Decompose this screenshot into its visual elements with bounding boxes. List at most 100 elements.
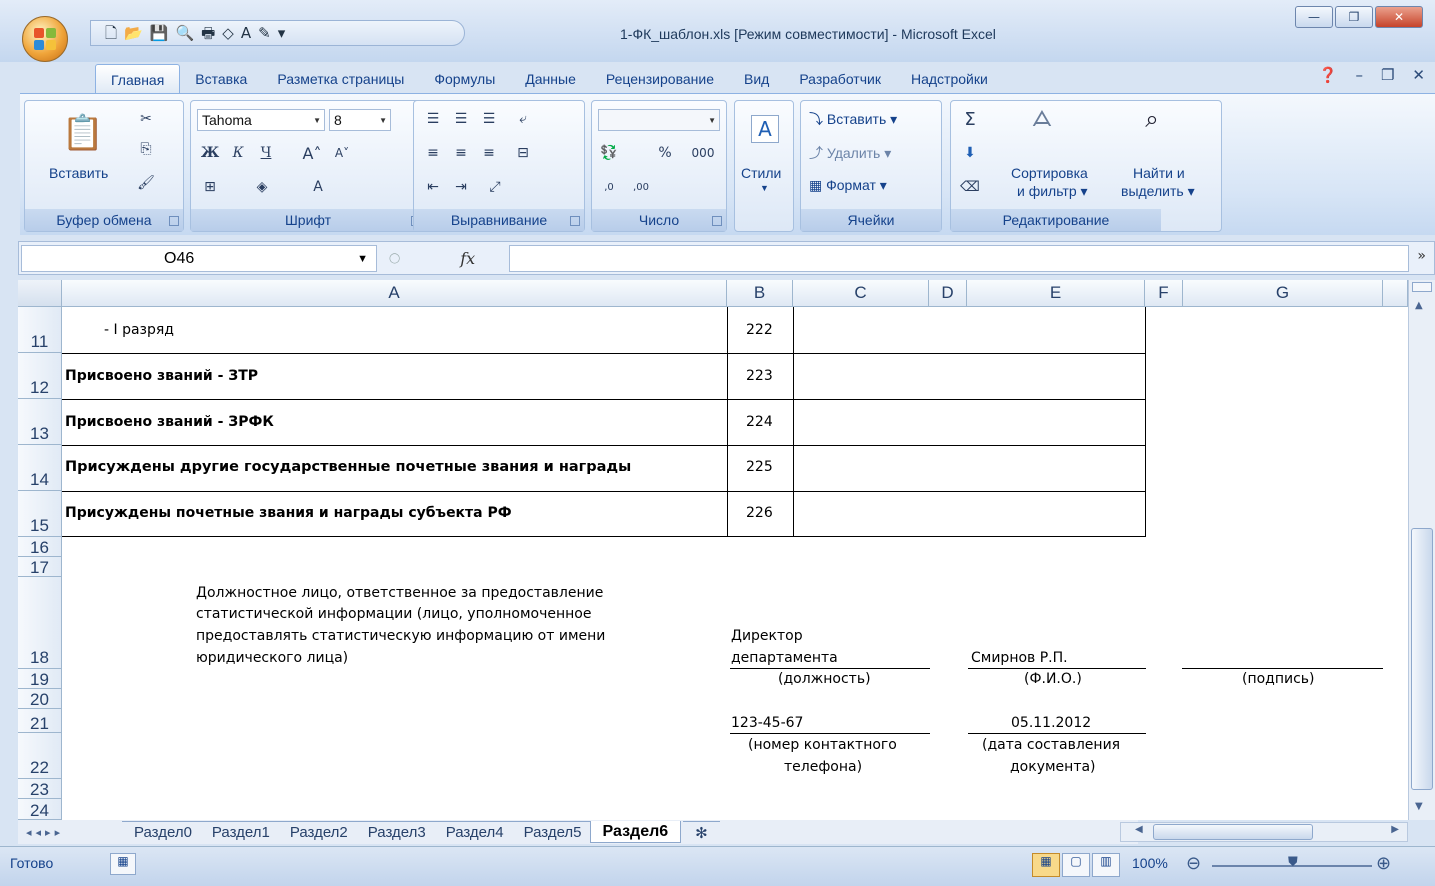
record-macro-icon[interactable]: ▦ <box>110 853 136 875</box>
tab-developer[interactable]: Разработчик <box>784 64 896 94</box>
print-icon[interactable]: 🖶 <box>201 25 215 41</box>
workbook-restore-icon[interactable]: ❐ <box>1381 66 1394 84</box>
row-header-15[interactable]: 15 <box>18 491 62 537</box>
vertical-scroll-thumb[interactable] <box>1411 528 1433 790</box>
customize-qat-icon[interactable]: ▾ <box>278 25 286 41</box>
scroll-right-icon[interactable]: ▶ <box>1391 824 1399 835</box>
row-header-13[interactable]: 13 <box>18 399 62 445</box>
tab-home[interactable]: Главная <box>95 64 181 94</box>
decrease-indent-icon[interactable]: ⇤ <box>422 177 444 197</box>
column-header-b[interactable]: B <box>727 280 793 307</box>
alignment-dialog-launcher-icon[interactable] <box>570 216 580 226</box>
column-header-e[interactable]: E <box>967 280 1145 307</box>
row-header-24[interactable]: 24 <box>18 799 62 820</box>
sort-filter-button-line2[interactable]: и фильтр ▾ <box>1017 183 1088 200</box>
help-icon[interactable]: ❓ <box>1319 66 1338 84</box>
borders-icon[interactable]: ⊞ <box>199 177 221 197</box>
sheet-nav-arrows-icon[interactable]: ◂◂▸▸ <box>18 826 122 839</box>
normal-view-icon[interactable]: ▦ <box>1032 853 1060 877</box>
formula-input[interactable] <box>509 245 1409 272</box>
binoculars-icon[interactable]: ⌕ <box>1141 105 1163 133</box>
align-middle-icon[interactable]: ☰ <box>450 109 472 129</box>
horizontal-scroll-thumb[interactable] <box>1153 824 1313 840</box>
align-top-icon[interactable]: ☰ <box>422 109 444 129</box>
print-preview-icon[interactable]: 🔍 <box>175 25 194 41</box>
row-header-14[interactable]: 14 <box>18 445 62 491</box>
styles-dropdown-icon[interactable]: ▼ <box>760 183 769 193</box>
official-text-line4[interactable]: юридического лица) <box>196 650 348 666</box>
format-cells-button[interactable]: ▦ Формат ▾ <box>809 177 887 194</box>
delete-cells-button[interactable]: ⤴ Удалить ▾ <box>809 143 891 163</box>
font-name-combo[interactable]: Tahoma ▼ <box>197 109 325 131</box>
sheet-tab-razdel1[interactable]: Раздел1 <box>199 821 282 843</box>
align-right-icon[interactable]: ≡ <box>478 143 500 163</box>
align-bottom-icon[interactable]: ☰ <box>478 109 500 129</box>
grow-font-icon[interactable]: A˄ <box>301 143 323 163</box>
workbook-minimize-icon[interactable]: – <box>1355 66 1363 84</box>
office-button[interactable] <box>22 16 68 62</box>
phone-value[interactable]: 123-45-67 <box>731 715 803 731</box>
official-text-line3[interactable]: предоставлять статистическую информацию … <box>196 628 605 644</box>
new-document-icon[interactable]: 🗋 <box>105 25 117 41</box>
increase-indent-icon[interactable]: ⇥ <box>450 177 472 197</box>
format-painter-icon[interactable]: 🖌 <box>135 173 157 193</box>
tab-addins[interactable]: Надстройки <box>896 64 1003 94</box>
cell-b15[interactable]: 226 <box>746 505 773 521</box>
wrap-text-icon[interactable]: ⤶ <box>512 109 534 129</box>
row-header-21[interactable]: 21 <box>18 709 62 733</box>
open-icon[interactable]: 📂 <box>124 25 143 41</box>
save-icon[interactable]: 💾 <box>150 25 169 41</box>
fill-color-icon[interactable]: ◈ <box>251 177 273 197</box>
styles-button[interactable]: Стили <box>741 165 781 181</box>
percent-button[interactable]: % <box>654 143 676 163</box>
paste-icon[interactable]: 📋 <box>62 109 104 157</box>
zoom-in-icon[interactable]: ⊕ <box>1376 853 1391 874</box>
date-value[interactable]: 05.11.2012 <box>1011 715 1091 731</box>
find-select-button[interactable]: Найти и <box>1133 165 1185 181</box>
zoom-out-icon[interactable]: ⊖ <box>1186 853 1201 874</box>
close-button[interactable]: ✕ <box>1375 6 1423 28</box>
cell-a11[interactable]: - I разряд <box>104 322 174 338</box>
expand-formula-bar-icon[interactable]: » <box>1417 248 1426 264</box>
align-center-icon[interactable]: ≡ <box>450 143 472 163</box>
tab-view[interactable]: Вид <box>729 64 784 94</box>
sort-filter-icon[interactable]: ᗋ <box>1031 107 1053 132</box>
official-text-line2[interactable]: статистической информации (лицо, уполном… <box>196 606 591 622</box>
cell-b14[interactable]: 225 <box>746 459 773 475</box>
cancel-formula-icon[interactable]: ◯ <box>389 253 400 264</box>
find-select-button-line2[interactable]: выделить ▾ <box>1121 183 1195 200</box>
italic-button[interactable]: К <box>227 143 249 163</box>
name-box[interactable]: O46 ▼ <box>21 245 377 272</box>
row-header-19[interactable]: 19 <box>18 669 62 689</box>
select-all-button[interactable] <box>18 280 62 307</box>
official-text-line1[interactable]: Должностное лицо, ответственное за предо… <box>196 585 603 601</box>
font-color-icon[interactable]: A <box>241 25 251 41</box>
comma-style-button[interactable]: 000 <box>686 143 720 163</box>
workbook-close-icon[interactable]: ✕ <box>1412 66 1425 84</box>
horizontal-scrollbar[interactable]: ◀ ▶ <box>1120 822 1408 842</box>
official-name[interactable]: Смирнов Р.П. <box>971 650 1068 666</box>
sheet-tab-razdel2[interactable]: Раздел2 <box>277 821 360 843</box>
accounting-format-icon[interactable]: 💱 <box>598 143 620 163</box>
styles-icon[interactable]: A <box>751 115 779 143</box>
increase-decimal-button[interactable]: ,0 <box>598 177 620 197</box>
sheet-tab-razdel3[interactable]: Раздел3 <box>355 821 438 843</box>
number-dialog-launcher-icon[interactable] <box>712 216 722 226</box>
row-header-20[interactable]: 20 <box>18 689 62 709</box>
row-header-17[interactable]: 17 <box>18 557 62 577</box>
shrink-font-icon[interactable]: A˅ <box>331 143 353 163</box>
column-header-g[interactable]: G <box>1183 280 1383 307</box>
underline-button[interactable]: Ч <box>255 143 277 163</box>
zoom-slider-thumb[interactable]: ⛊ <box>1288 855 1298 870</box>
tab-review[interactable]: Рецензирование <box>591 64 729 94</box>
page-layout-view-icon[interactable]: ▢ <box>1062 853 1090 877</box>
insert-function-button[interactable]: fx <box>460 249 475 268</box>
fill-color-icon[interactable]: ◇ <box>222 25 234 41</box>
number-format-combo[interactable]: ▼ <box>598 109 720 131</box>
cell-b13[interactable]: 224 <box>746 414 773 430</box>
cell-a14[interactable]: Присуждены другие государственные почетн… <box>65 459 631 475</box>
copy-icon[interactable]: ⎘ <box>135 139 157 159</box>
zoom-level[interactable]: 100% <box>1132 855 1168 871</box>
insert-sheet-icon[interactable]: ✻ <box>683 821 720 843</box>
autosum-icon[interactable]: Σ <box>959 109 981 130</box>
